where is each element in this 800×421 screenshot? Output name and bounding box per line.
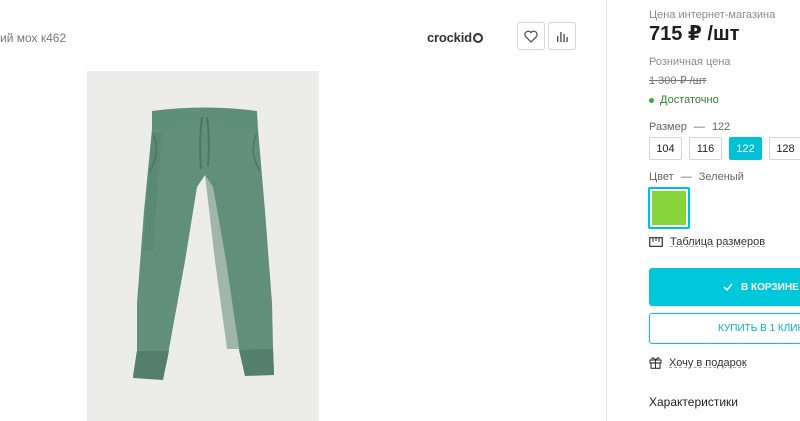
color-label: Цвет (649, 171, 674, 183)
online-price: 715 ₽ /шт (649, 23, 740, 45)
size-label: Размер (649, 121, 687, 133)
size-chart-link[interactable]: Таблица размеров (649, 236, 765, 248)
retail-price-label: Розничная цена (649, 56, 731, 68)
availability-dot-icon (649, 97, 654, 103)
product-article: ий мох к462 (0, 31, 67, 45)
gift-wish-link[interactable]: Хочу в подарок (649, 356, 747, 369)
availability-text: Достаточно (660, 94, 719, 106)
color-selected: Зеленый (698, 171, 744, 183)
compare-button[interactable] (548, 22, 576, 50)
size-option-104[interactable]: 104 (649, 137, 682, 160)
column-divider (606, 0, 607, 421)
gift-wish-label: Хочу в подарок (669, 356, 747, 369)
online-price-label: Цена интернет-магазина (649, 9, 776, 21)
size-option-122[interactable]: 122 (729, 137, 762, 160)
favorite-button[interactable] (517, 22, 545, 50)
bar-chart-icon (557, 32, 568, 42)
retail-price: 1 300 ₽ /шт (649, 75, 707, 87)
buy-one-click-button[interactable]: КУПИТЬ В 1 КЛИК (649, 313, 800, 344)
color-swatch-fill (652, 191, 686, 225)
brand-name: crockid (427, 30, 472, 45)
size-option-116[interactable]: 116 (689, 137, 722, 160)
brand-mark-icon (472, 32, 483, 43)
in-cart-button[interactable]: В КОРЗИНЕ (649, 268, 800, 306)
size-heading: Размер — 122 (649, 121, 730, 133)
characteristics-heading[interactable]: Характеристики (649, 395, 738, 409)
gift-icon (649, 357, 662, 369)
ruler-icon (649, 237, 663, 247)
pants-image (133, 107, 274, 380)
size-chart-label: Таблица размеров (670, 236, 766, 248)
size-selected: 122 (711, 121, 731, 133)
color-heading: Цвет — Зеленый (649, 171, 744, 183)
brand-logo[interactable]: crockid (427, 30, 483, 45)
size-option-128[interactable]: 128 (769, 137, 800, 160)
size-separator: — (693, 121, 705, 133)
color-separator: — (680, 171, 692, 183)
checkmark-icon (723, 283, 733, 291)
in-cart-label: В КОРЗИНЕ (741, 281, 799, 293)
heart-icon (524, 30, 538, 43)
product-photo[interactable] (87, 71, 319, 421)
size-options: 104 116 122 128 (649, 137, 800, 160)
buy-one-click-label: КУПИТЬ В 1 КЛИК (718, 323, 800, 334)
availability-status: Достаточно (649, 94, 719, 106)
color-swatch-green[interactable] (648, 187, 690, 229)
